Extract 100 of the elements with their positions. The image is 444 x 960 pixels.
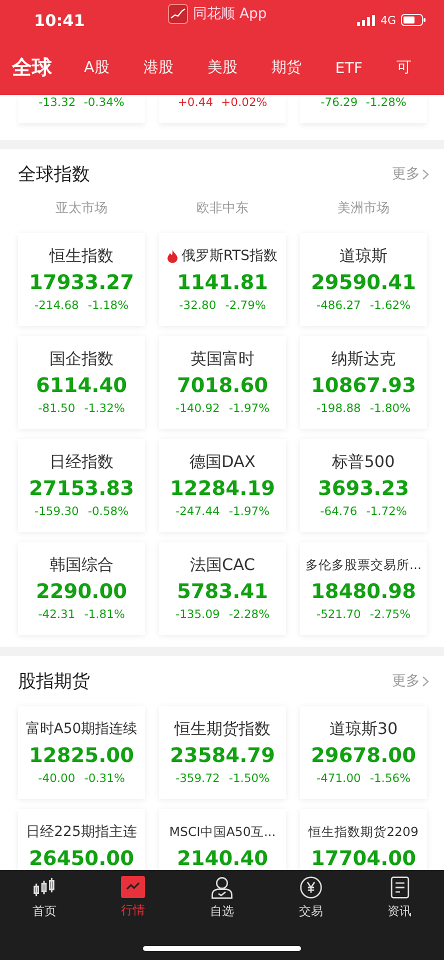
chart-icon xyxy=(121,876,146,898)
market-tab[interactable]: 美股 xyxy=(207,58,238,77)
change-value: -471.00 xyxy=(316,771,361,785)
document-icon xyxy=(388,876,411,899)
index-card[interactable]: 国企指数 6114.40 -81.50 -1.32% xyxy=(18,336,145,429)
market-tab[interactable]: 全球 xyxy=(12,54,52,81)
nav-item[interactable]: 行情 xyxy=(88,876,178,920)
index-name: 富时A50期指连续 xyxy=(26,720,138,738)
index-card[interactable]: 道琼斯 29590.41 -486.27 -1.62% xyxy=(300,233,427,326)
yen-icon xyxy=(298,876,324,899)
index-card[interactable]: 韩国综合 2290.00 -42.31 -1.81% xyxy=(18,542,145,635)
index-card[interactable]: 俄罗斯RTS指数 1141.81 -32.80 -2.79% xyxy=(159,233,286,326)
nav-item[interactable]: 首页 xyxy=(0,876,89,920)
nav-item[interactable]: 资讯 xyxy=(355,876,444,920)
index-value: 2140.40 xyxy=(176,846,268,870)
region-label: 亚太市场 xyxy=(54,200,108,218)
change-value: -81.50 xyxy=(38,401,76,415)
change-percent: -1.97% xyxy=(228,401,270,415)
change-value: +0.44 xyxy=(178,95,214,111)
change-value: -159.30 xyxy=(34,504,79,518)
index-card[interactable]: 恒生指数期货2209 17704.00 xyxy=(300,809,427,870)
index-name: 国企指数 xyxy=(50,348,114,370)
section-title: 股指期货 xyxy=(18,670,90,693)
index-value: 18480.98 xyxy=(310,579,416,603)
app-logo-icon xyxy=(168,4,188,24)
change-percent: -1.56% xyxy=(370,771,411,785)
index-value: 17704.00 xyxy=(310,846,416,870)
index-card[interactable]: 纳斯达克 10867.93 -198.88 -1.80% xyxy=(300,336,427,429)
change-percent: -2.79% xyxy=(225,298,266,312)
index-card[interactable]: 日经225期指主连 26450.00 xyxy=(18,809,145,870)
change-value: -521.70 xyxy=(316,607,361,621)
index-name: 道琼斯 xyxy=(340,246,388,266)
change-percent: -1.80% xyxy=(370,401,411,415)
change-value: -40.00 xyxy=(38,771,76,785)
status-time: 10:41 xyxy=(34,10,85,30)
chevron-right-icon xyxy=(422,168,429,180)
index-card[interactable]: 标普500 3693.23 -64.76 -1.72% xyxy=(300,439,427,532)
index-name: 标普500 xyxy=(332,452,395,472)
region-label: 欧非中东 xyxy=(196,200,250,218)
change-value: -76.29 xyxy=(320,95,358,111)
index-card[interactable]: 恒生指数 17933.27 -214.68 -1.18% xyxy=(18,233,145,326)
change-value: -359.72 xyxy=(175,771,220,785)
region-label: 美洲市场 xyxy=(336,200,390,218)
market-tab[interactable]: 港股 xyxy=(143,58,174,77)
index-card[interactable]: 法国CAC 5783.41 -135.09 -2.28% xyxy=(159,542,286,635)
change-value: -64.76 xyxy=(320,504,358,518)
index-name: 纳斯达克 xyxy=(332,348,396,370)
user-icon xyxy=(208,876,235,899)
nav-item[interactable]: 交易 xyxy=(266,876,356,920)
index-name: MSCI中国A50互... xyxy=(169,824,276,840)
index-name: 英国富时 xyxy=(190,348,254,370)
index-card[interactable]: 多伦多股票交易所... 18480.98 -521.70 -2.75% xyxy=(300,542,427,635)
change-percent: -1.32% xyxy=(84,401,125,415)
battery-icon xyxy=(401,14,426,26)
change-value: -42.31 xyxy=(38,607,76,621)
index-name: 俄罗斯RTS指数 xyxy=(181,247,278,265)
index-name: 多伦多股票交易所... xyxy=(306,556,422,574)
change-percent: -1.50% xyxy=(228,771,270,785)
change-value: -135.09 xyxy=(175,607,220,621)
index-value: 23584.79 xyxy=(170,743,275,767)
change-percent: -0.34% xyxy=(84,95,124,111)
app-title: 同花顺 App xyxy=(193,5,267,23)
index-card[interactable]: +0.44 +0.02% xyxy=(159,95,286,123)
index-value: 26450.00 xyxy=(28,846,134,870)
index-card[interactable]: MSCI中国A50互... 2140.40 xyxy=(159,809,286,870)
index-name: 恒生指数期货2209 xyxy=(308,824,418,840)
index-value: 29590.41 xyxy=(310,270,416,294)
market-tab[interactable]: 期货 xyxy=(271,58,302,77)
index-name: 日经指数 xyxy=(50,452,114,472)
index-name: 日经225期指主连 xyxy=(26,823,137,841)
change-percent: -0.31% xyxy=(84,771,125,785)
change-percent: +0.02% xyxy=(221,95,268,111)
index-value: 5783.41 xyxy=(176,579,268,603)
index-card[interactable]: 日经指数 27153.83 -159.30 -0.58% xyxy=(18,439,145,532)
index-value: 1141.81 xyxy=(176,270,268,294)
index-value: 10867.93 xyxy=(310,373,416,397)
signal-icon xyxy=(357,14,376,26)
index-name: 恒生期货指数 xyxy=(174,718,270,740)
change-percent: -0.58% xyxy=(88,504,129,518)
index-card[interactable]: 英国富时 7018.60 -140.92 -1.97% xyxy=(159,336,286,429)
index-card[interactable]: 道琼斯30 29678.00 -471.00 -1.56% xyxy=(300,706,427,799)
change-percent: -1.18% xyxy=(88,298,129,312)
index-card[interactable]: 富时A50期指连续 12825.00 -40.00 -0.31% xyxy=(18,706,145,799)
change-percent: -1.97% xyxy=(228,504,270,518)
nav-item[interactable]: 自选 xyxy=(178,876,266,920)
index-card[interactable]: 恒生期货指数 23584.79 -359.72 -1.50% xyxy=(159,706,286,799)
market-tab[interactable]: A股 xyxy=(84,58,110,77)
candlestick-icon xyxy=(32,876,56,899)
index-card[interactable]: 德国DAX 12284.19 -247.44 -1.97% xyxy=(159,439,286,532)
change-percent: -1.81% xyxy=(84,607,125,621)
network-type: 4G xyxy=(380,14,396,26)
market-tab[interactable]: 可 xyxy=(396,58,412,77)
index-value: 27153.83 xyxy=(28,476,134,500)
index-name: 德国DAX xyxy=(190,452,256,472)
index-value: 12284.19 xyxy=(170,476,275,500)
change-percent: -2.75% xyxy=(370,607,411,621)
section-title: 全球指数 xyxy=(18,163,90,186)
index-value: 7018.60 xyxy=(176,373,268,397)
index-name: 恒生指数 xyxy=(50,246,114,266)
market-tab[interactable]: ETF xyxy=(335,58,363,76)
